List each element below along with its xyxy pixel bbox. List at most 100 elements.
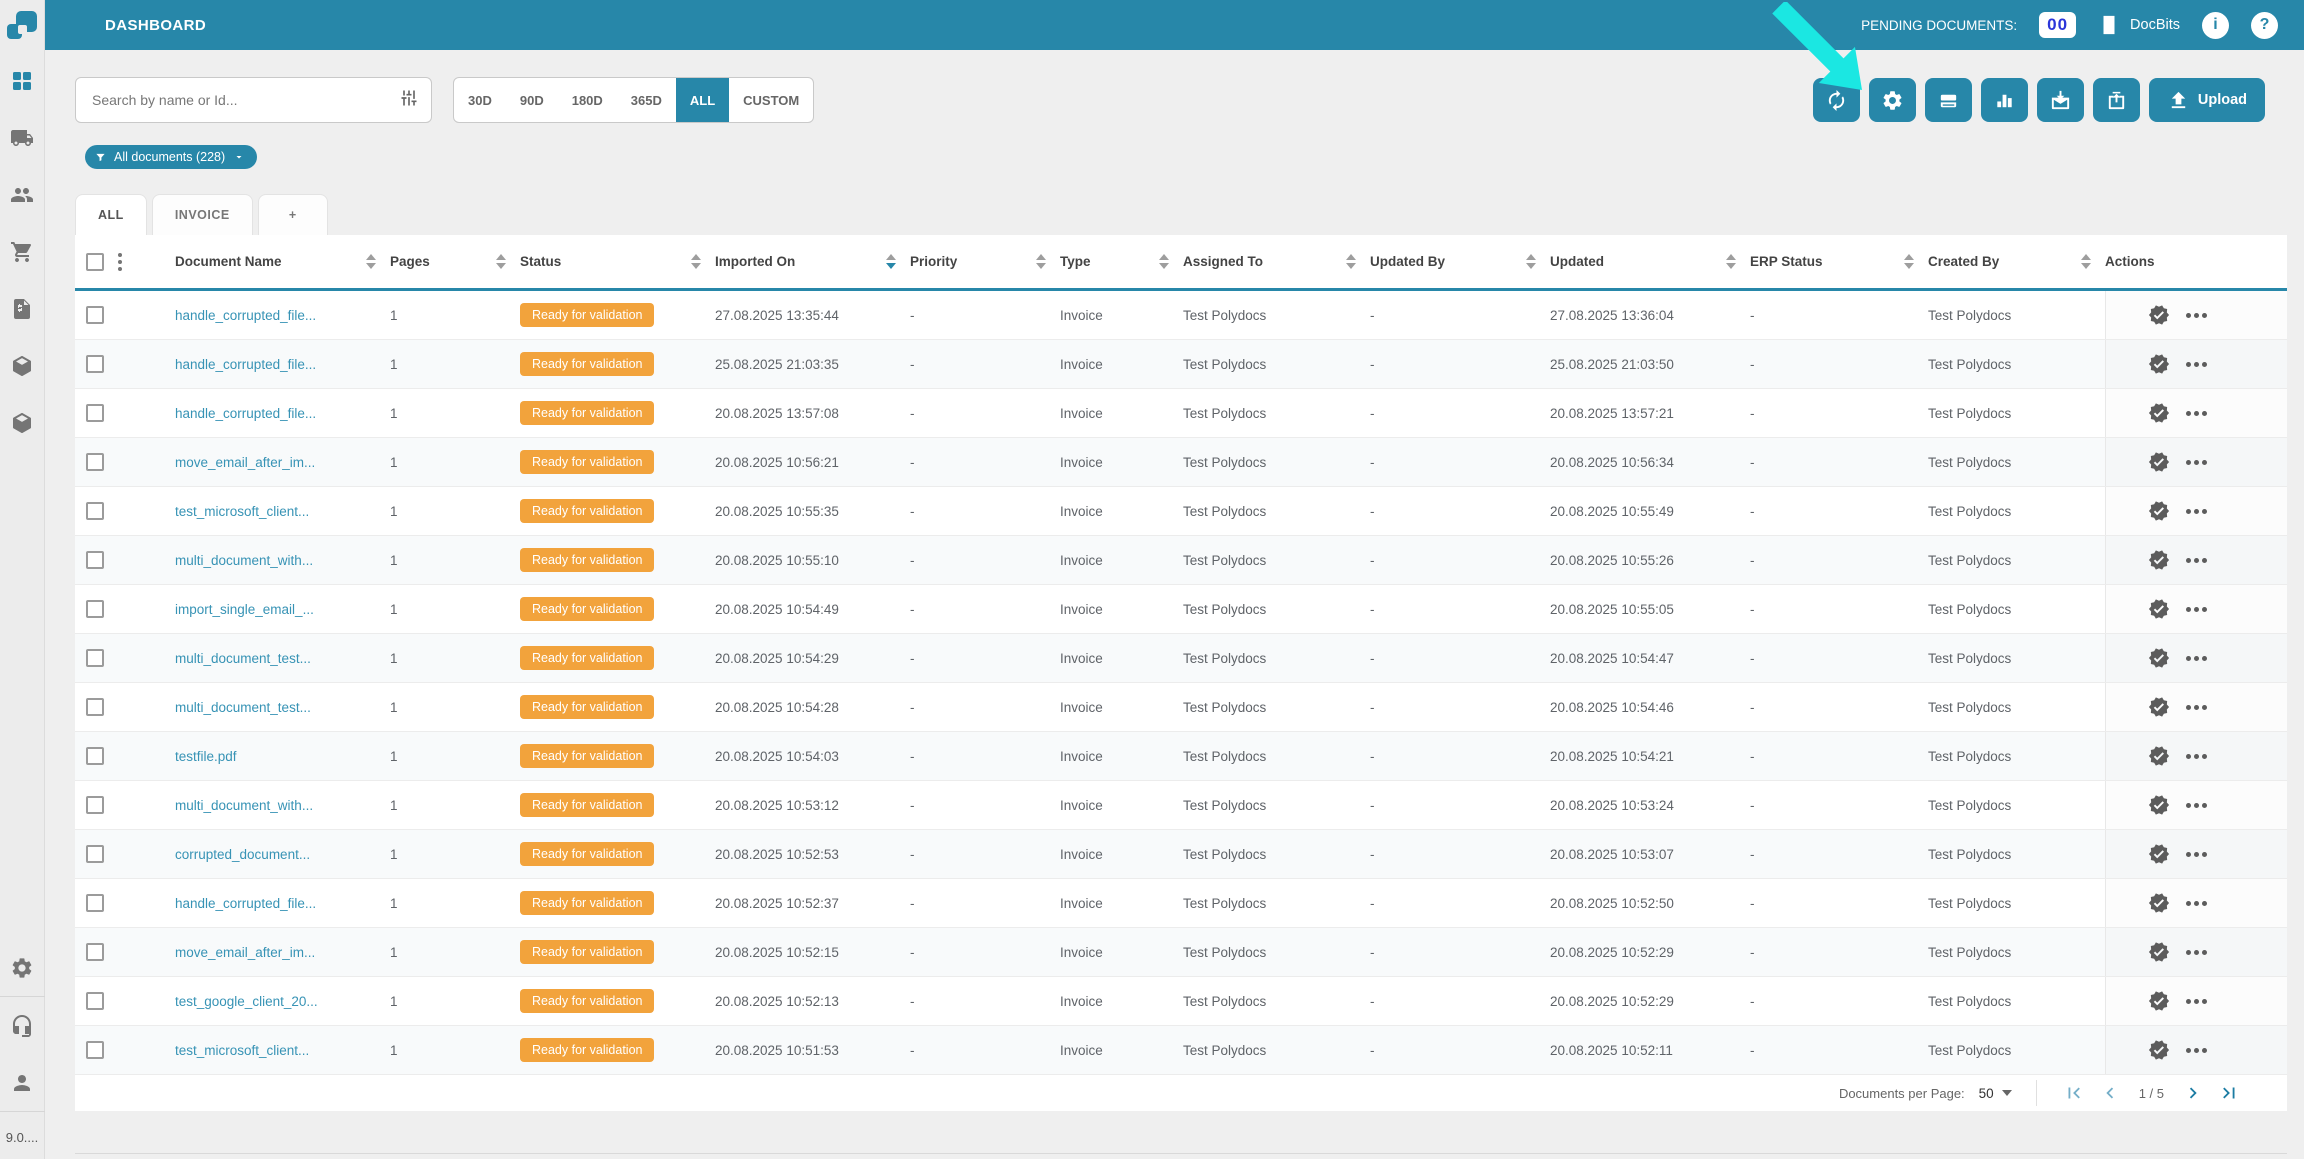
column-header[interactable]: Assigned To bbox=[1183, 254, 1370, 269]
column-header[interactable]: Status bbox=[520, 254, 715, 269]
validate-seal-icon[interactable] bbox=[2148, 696, 2170, 718]
column-header[interactable]: Created By bbox=[1928, 254, 2105, 269]
date-range-button[interactable]: ALL bbox=[675, 78, 730, 122]
row-menu-icon[interactable] bbox=[2186, 410, 2207, 416]
column-header[interactable]: Imported On bbox=[715, 254, 910, 269]
row-menu-icon[interactable] bbox=[2186, 312, 2207, 318]
date-range-button[interactable]: 90D bbox=[506, 78, 558, 122]
row-checkbox[interactable] bbox=[86, 1041, 104, 1059]
row-checkbox[interactable] bbox=[86, 943, 104, 961]
row-menu-icon[interactable] bbox=[2186, 361, 2207, 367]
select-all-checkbox[interactable] bbox=[86, 252, 104, 271]
document-name-link[interactable]: handle_corrupted_file... bbox=[175, 308, 316, 323]
row-menu-icon[interactable] bbox=[2186, 557, 2207, 563]
sidebar-item-packages[interactable] bbox=[0, 337, 45, 394]
date-range-button[interactable]: 365D bbox=[617, 78, 676, 122]
row-menu-icon[interactable] bbox=[2186, 1047, 2207, 1053]
tab[interactable]: ALL bbox=[75, 194, 147, 235]
row-menu-icon[interactable] bbox=[2186, 753, 2207, 759]
sort-arrows[interactable] bbox=[2081, 254, 2091, 269]
date-range-button[interactable]: CUSTOM bbox=[729, 78, 813, 122]
row-menu-icon[interactable] bbox=[2186, 802, 2207, 808]
validate-seal-icon[interactable] bbox=[2148, 402, 2170, 424]
search-input[interactable] bbox=[92, 92, 399, 108]
row-checkbox[interactable] bbox=[86, 502, 104, 520]
help-icon[interactable]: ? bbox=[2251, 11, 2278, 39]
sidebar-item-purchase-orders[interactable] bbox=[0, 223, 45, 280]
sort-arrows[interactable] bbox=[1036, 254, 1046, 269]
date-range-button[interactable]: 30D bbox=[454, 78, 506, 122]
document-name-link[interactable]: test_microsoft_client... bbox=[175, 1043, 309, 1058]
export-tray-button[interactable] bbox=[2092, 78, 2140, 122]
validate-seal-icon[interactable] bbox=[2148, 794, 2170, 816]
row-checkbox[interactable] bbox=[86, 600, 104, 618]
row-checkbox[interactable] bbox=[86, 404, 104, 422]
sidebar-item-inventory[interactable] bbox=[0, 394, 45, 451]
sort-arrows[interactable] bbox=[886, 254, 896, 269]
row-menu-icon[interactable] bbox=[2186, 998, 2207, 1004]
column-header[interactable]: Updated bbox=[1550, 254, 1750, 269]
sidebar-item-shipments[interactable] bbox=[0, 109, 45, 166]
validate-seal-icon[interactable] bbox=[2148, 941, 2170, 963]
row-menu-icon[interactable] bbox=[2186, 606, 2207, 612]
last-page-button[interactable] bbox=[2216, 1080, 2242, 1106]
validate-seal-icon[interactable] bbox=[2148, 304, 2170, 326]
document-name-link[interactable]: move_email_after_im... bbox=[175, 945, 315, 960]
validate-seal-icon[interactable] bbox=[2148, 892, 2170, 914]
document-name-link[interactable]: handle_corrupted_file... bbox=[175, 406, 316, 421]
document-name-link[interactable]: multi_document_test... bbox=[175, 700, 311, 715]
validate-seal-icon[interactable] bbox=[2148, 1039, 2170, 1061]
row-checkbox[interactable] bbox=[86, 306, 104, 324]
per-page-select[interactable]: 50 bbox=[1979, 1086, 2012, 1101]
validate-seal-icon[interactable] bbox=[2148, 843, 2170, 865]
validate-seal-icon[interactable] bbox=[2148, 598, 2170, 620]
column-header[interactable]: Priority bbox=[910, 254, 1060, 269]
sort-arrows[interactable] bbox=[1346, 254, 1356, 269]
row-menu-icon[interactable] bbox=[2186, 851, 2207, 857]
sidebar-item-profile[interactable] bbox=[0, 1054, 45, 1111]
document-name-link[interactable]: multi_document_with... bbox=[175, 553, 313, 568]
validate-seal-icon[interactable] bbox=[2148, 353, 2170, 375]
row-menu-icon[interactable] bbox=[2186, 704, 2207, 710]
sort-arrows[interactable] bbox=[496, 254, 506, 269]
document-name-link[interactable]: multi_document_with... bbox=[175, 798, 313, 813]
row-menu-icon[interactable] bbox=[2186, 459, 2207, 465]
row-menu-icon[interactable] bbox=[2186, 508, 2207, 514]
document-name-link[interactable]: testfile.pdf bbox=[175, 749, 237, 764]
settings-button[interactable] bbox=[1868, 78, 1916, 122]
document-name-link[interactable]: handle_corrupted_file... bbox=[175, 357, 316, 372]
first-page-button[interactable] bbox=[2061, 1080, 2087, 1106]
document-name-link[interactable]: import_single_email_... bbox=[175, 602, 314, 617]
column-header[interactable]: Type bbox=[1060, 254, 1183, 269]
row-checkbox[interactable] bbox=[86, 992, 104, 1010]
sidebar-item-invoices[interactable] bbox=[0, 280, 45, 337]
next-page-button[interactable] bbox=[2180, 1080, 2206, 1106]
refresh-button[interactable] bbox=[1812, 78, 1860, 122]
validate-seal-icon[interactable] bbox=[2148, 990, 2170, 1012]
sidebar-item-dashboard[interactable] bbox=[0, 52, 45, 109]
tab[interactable]: + bbox=[257, 194, 328, 235]
column-header[interactable]: Updated By bbox=[1370, 254, 1550, 269]
filter-tune-icon[interactable] bbox=[399, 88, 419, 113]
sidebar-item-support[interactable] bbox=[0, 997, 45, 1054]
scanner-button[interactable] bbox=[1924, 78, 1972, 122]
previous-page-button[interactable] bbox=[2097, 1080, 2123, 1106]
validate-seal-icon[interactable] bbox=[2148, 500, 2170, 522]
sort-arrows[interactable] bbox=[691, 254, 701, 269]
sidebar-item-users[interactable] bbox=[0, 166, 45, 223]
row-checkbox[interactable] bbox=[86, 649, 104, 667]
column-header[interactable]: ERP Status bbox=[1750, 254, 1928, 269]
sort-arrows[interactable] bbox=[1726, 254, 1736, 269]
sidebar-item-settings[interactable] bbox=[0, 939, 45, 996]
date-range-button[interactable]: 180D bbox=[558, 78, 617, 122]
sort-arrows[interactable] bbox=[1904, 254, 1914, 269]
validate-seal-icon[interactable] bbox=[2148, 451, 2170, 473]
column-header[interactable]: Pages bbox=[390, 254, 520, 269]
row-menu-icon[interactable] bbox=[2186, 655, 2207, 661]
row-checkbox[interactable] bbox=[86, 355, 104, 373]
document-name-link[interactable]: test_google_client_20... bbox=[175, 994, 318, 1009]
row-checkbox[interactable] bbox=[86, 845, 104, 863]
row-checkbox[interactable] bbox=[86, 698, 104, 716]
row-checkbox[interactable] bbox=[86, 747, 104, 765]
info-icon[interactable]: i bbox=[2202, 11, 2229, 39]
